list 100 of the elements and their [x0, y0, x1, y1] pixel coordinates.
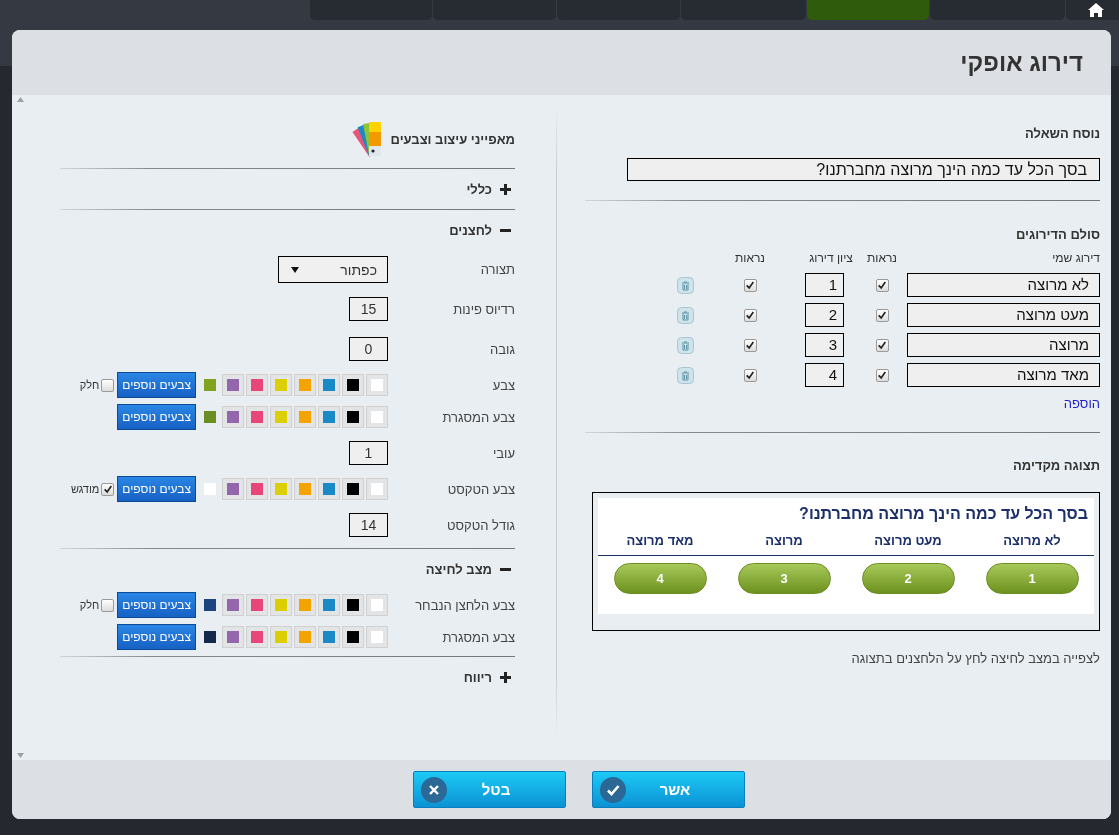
- color-swatch[interactable]: [318, 626, 340, 648]
- color-swatch[interactable]: [270, 374, 292, 396]
- text-field[interactable]: לא מרוצה: [907, 273, 1100, 297]
- option-label: לא מרוצה: [1003, 532, 1061, 549]
- color-swatch[interactable]: [246, 374, 268, 396]
- column-header: נראות: [734, 251, 766, 265]
- field-label: תצורה: [479, 262, 515, 277]
- color-swatch[interactable]: [366, 374, 388, 396]
- color-swatch[interactable]: [222, 406, 244, 428]
- color-swatch[interactable]: [318, 594, 340, 616]
- checkbox[interactable]: [875, 338, 889, 352]
- nav-tab[interactable]: [1066, 0, 1119, 20]
- color-swatch[interactable]: [342, 374, 364, 396]
- plus-icon[interactable]: [500, 183, 511, 195]
- color-swatch[interactable]: [222, 626, 244, 648]
- scroll-down-icon[interactable]: [16, 753, 24, 758]
- field-label: גובה: [489, 341, 515, 357]
- number-field[interactable]: 15: [349, 297, 388, 321]
- color-swatch[interactable]: [366, 406, 388, 428]
- color-swatch[interactable]: [222, 478, 244, 500]
- section-title[interactable]: מצב לחיצה: [425, 561, 492, 577]
- field-label: צבע המסגרת: [441, 409, 515, 425]
- field-label: גודל הטקסט: [446, 517, 515, 533]
- color-swatch[interactable]: [318, 478, 340, 500]
- number-field[interactable]: 2: [805, 303, 844, 327]
- color-swatch[interactable]: [246, 626, 268, 648]
- color-swatch[interactable]: [294, 478, 316, 500]
- field-label: צבע הטקסט: [446, 481, 515, 497]
- close-icon: [421, 776, 447, 803]
- column-header: דירוג שמי: [1051, 251, 1100, 265]
- scroll-up-icon[interactable]: [16, 97, 24, 102]
- color-swatch[interactable]: [270, 594, 292, 616]
- more-colors-button[interactable]: צבעים נוספים: [117, 476, 196, 502]
- color-swatch[interactable]: [270, 626, 292, 648]
- color-swatch[interactable]: [294, 406, 316, 428]
- number-field[interactable]: 1: [805, 273, 844, 297]
- more-colors-button[interactable]: צבעים נוספים: [117, 404, 196, 430]
- dropdown[interactable]: כפתור: [278, 256, 388, 283]
- add-link[interactable]: הוספה: [1063, 396, 1100, 412]
- more-colors-button[interactable]: צבעים נוספים: [117, 372, 196, 398]
- checkbox-label: חלק: [79, 379, 100, 391]
- color-swatch[interactable]: [222, 594, 244, 616]
- color-swatch[interactable]: [294, 594, 316, 616]
- section-title[interactable]: לחצנים: [449, 222, 492, 238]
- trash-icon[interactable]: [676, 276, 694, 294]
- color-swatch[interactable]: [342, 626, 364, 648]
- checkbox[interactable]: [875, 368, 889, 382]
- number-field[interactable]: 3: [805, 333, 844, 357]
- checkbox[interactable]: [743, 368, 757, 382]
- section-title[interactable]: ריווח: [463, 669, 492, 685]
- color-swatch[interactable]: [294, 626, 316, 648]
- checkbox[interactable]: [743, 308, 757, 322]
- plus-icon[interactable]: [500, 671, 511, 683]
- option-label: מרוצה: [765, 532, 803, 549]
- color-swatch[interactable]: [222, 374, 244, 396]
- checkbox[interactable]: [875, 308, 889, 322]
- color-swatch[interactable]: [318, 406, 340, 428]
- number-field[interactable]: 0: [349, 337, 388, 361]
- text-field[interactable]: מרוצה: [907, 333, 1100, 357]
- field-label: נוסח השאלה: [1025, 126, 1100, 142]
- color-swatch[interactable]: [342, 406, 364, 428]
- color-swatch[interactable]: [366, 626, 388, 648]
- color-swatch[interactable]: [270, 406, 292, 428]
- trash-icon[interactable]: [676, 306, 694, 324]
- color-swatch[interactable]: [246, 594, 268, 616]
- checkbox-label: מודגש: [70, 483, 100, 495]
- color-swatch[interactable]: [294, 374, 316, 396]
- checkbox[interactable]: [101, 598, 115, 612]
- checkbox[interactable]: [743, 338, 757, 352]
- number-field[interactable]: 14: [349, 513, 388, 537]
- color-swatch[interactable]: [246, 406, 268, 428]
- color-swatch[interactable]: [342, 594, 364, 616]
- column-header: ציון דירוג: [808, 251, 854, 265]
- field-label: עובי: [491, 445, 515, 461]
- checkbox[interactable]: [101, 482, 115, 496]
- trash-icon[interactable]: [676, 336, 694, 354]
- more-colors-button[interactable]: צבעים נוספים: [117, 624, 196, 650]
- option-label: מאד מרוצה: [626, 532, 694, 549]
- number-field[interactable]: 1: [349, 441, 388, 465]
- color-swatch[interactable]: [246, 478, 268, 500]
- color-swatch[interactable]: [366, 594, 388, 616]
- home-icon: [1087, 3, 1104, 17]
- color-swatch[interactable]: [342, 478, 364, 500]
- section-title[interactable]: כללי: [466, 181, 492, 197]
- dialog-title: דירוג אופקי: [960, 48, 1083, 77]
- question-field[interactable]: בסך הכל עד כמה הינך מרוצה מחברתנו?: [627, 158, 1100, 181]
- field-label: רדיוס פינות: [452, 301, 515, 317]
- color-swatch[interactable]: [270, 478, 292, 500]
- text-field[interactable]: מעט מרוצה: [907, 303, 1100, 327]
- section-title: תצוגה מקדימה: [1012, 458, 1100, 474]
- color-swatch[interactable]: [366, 478, 388, 500]
- checkbox[interactable]: [101, 378, 115, 392]
- more-colors-button[interactable]: צבעים נוספים: [117, 592, 196, 618]
- text-field[interactable]: מאד מרוצה: [907, 363, 1100, 387]
- checkbox[interactable]: [875, 278, 889, 292]
- trash-icon[interactable]: [676, 366, 694, 384]
- number-field[interactable]: 4: [805, 363, 844, 387]
- color-swatch[interactable]: [318, 374, 340, 396]
- checkbox-label: חלק: [79, 599, 100, 611]
- checkbox[interactable]: [743, 278, 757, 292]
